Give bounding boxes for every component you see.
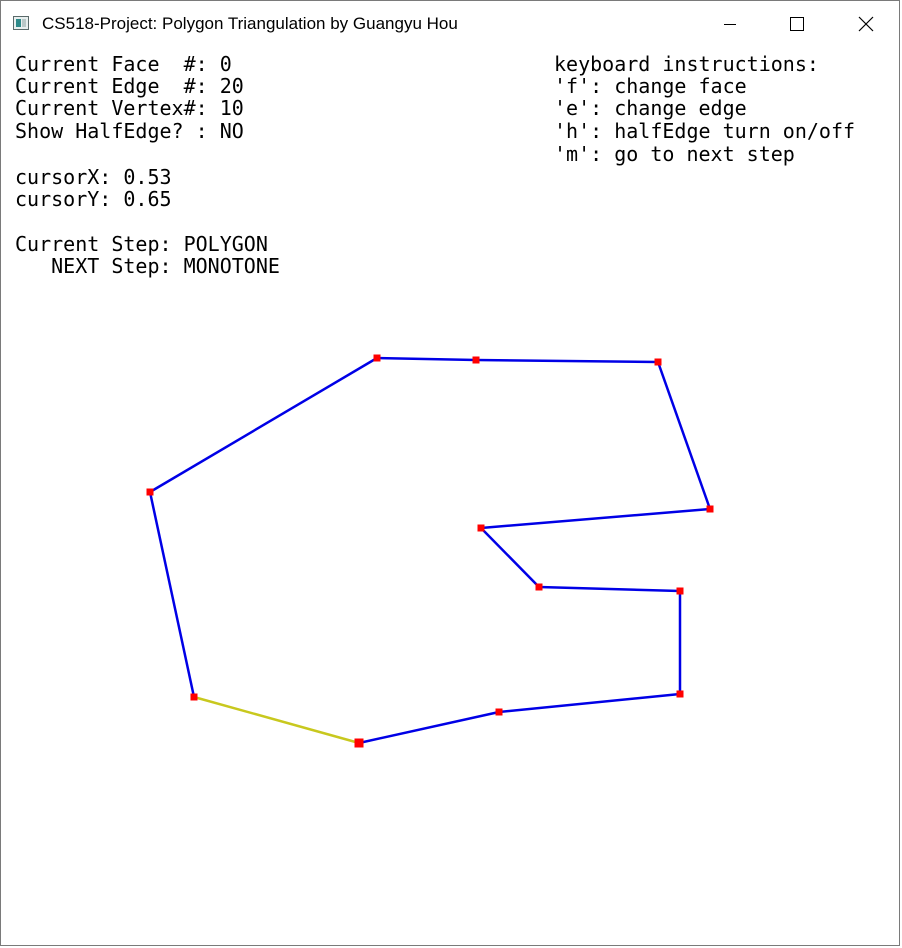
polygon-edge-selected [193, 695, 360, 745]
polygon-vertex [676, 587, 684, 595]
polygon-edge [498, 692, 681, 714]
polygon-edge [358, 710, 500, 745]
polygon-vertex [495, 708, 503, 716]
polygon-vertex [472, 356, 480, 364]
polygon-edge [480, 527, 540, 588]
polygon-vertex [190, 693, 198, 701]
polygon-edge [480, 507, 711, 530]
app-window: CS518-Project: Polygon Triangulation by … [0, 0, 900, 946]
polygon-edge [475, 358, 659, 364]
polygon-edge [376, 356, 477, 362]
polygon-vertex-current [354, 738, 364, 748]
polygon-vertex [676, 690, 684, 698]
polygon-edge [538, 585, 681, 593]
polygon-drawing [146, 354, 714, 748]
polygon-edge [149, 356, 378, 494]
polygon-edge [656, 361, 712, 510]
polygon-vertex [535, 583, 543, 591]
polygon-vertex [373, 354, 381, 362]
polygon-vertex [146, 488, 154, 496]
polygon-vertex [477, 524, 485, 532]
polygon-vertex [654, 358, 662, 366]
polygon-edge [148, 491, 196, 698]
polygon-vertex [706, 505, 714, 513]
